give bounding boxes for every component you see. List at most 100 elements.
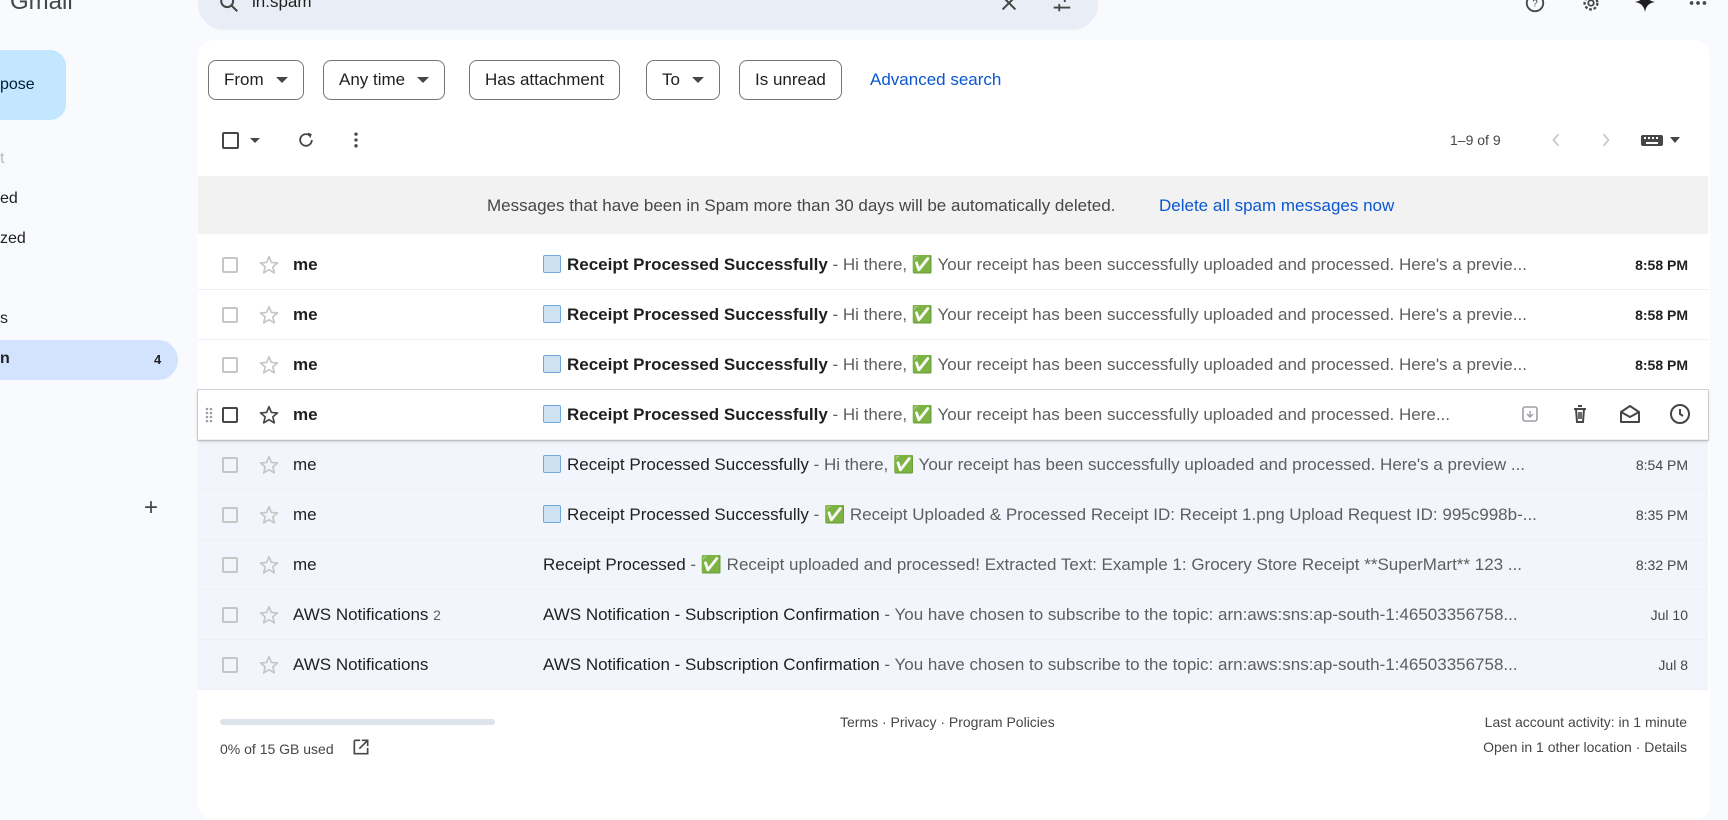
email-row[interactable]: AWS Notifications AWS Notification - Subs… <box>198 640 1708 690</box>
sidebar-item-label[interactable]: zed <box>0 230 26 248</box>
apps-grid-icon[interactable] <box>1686 0 1710 14</box>
footer-links[interactable]: Terms · Privacy · Program Policies <box>840 714 1055 730</box>
email-row[interactable]: me Receipt Processed Successfully - Hi th… <box>198 440 1708 490</box>
email-snippet: - Hi there, ✅ Your receipt has been succ… <box>827 305 1527 324</box>
account-activity: Last account activity: in 1 minute <box>1484 714 1687 730</box>
delete-icon[interactable] <box>1568 402 1592 426</box>
email-content[interactable]: Receipt Processed Successfully - Hi ther… <box>543 305 1568 325</box>
drag-handle-icon[interactable] <box>205 407 213 423</box>
advanced-search-link[interactable]: Advanced search <box>870 70 1001 90</box>
email-date: Jul 8 <box>1658 657 1688 673</box>
star-icon[interactable] <box>258 354 280 376</box>
app-name[interactable]: Gmail <box>10 0 73 16</box>
email-content[interactable]: Receipt Processed Successfully - Hi ther… <box>543 355 1568 375</box>
more-vert-icon[interactable] <box>350 130 362 150</box>
refresh-icon[interactable] <box>296 130 316 150</box>
filter-has-attachment-chip[interactable]: Has attachment <box>469 60 621 100</box>
email-date: 8:32 PM <box>1635 557 1688 573</box>
help-icon[interactable]: ? <box>1522 0 1548 14</box>
row-checkbox[interactable] <box>222 457 238 473</box>
snooze-clock-icon[interactable] <box>1668 402 1692 426</box>
not-spam-icon[interactable] <box>1518 402 1542 426</box>
mark-as-read-icon[interactable] <box>1618 402 1642 426</box>
email-row[interactable]: me Receipt Processed Successfully - Hi th… <box>198 240 1708 290</box>
search-input[interactable]: in:spam <box>252 0 312 12</box>
star-icon[interactable] <box>258 654 280 676</box>
email-row[interactable]: me Receipt Processed Successfully - Hi th… <box>198 390 1708 440</box>
email-sender: AWS Notifications <box>293 655 429 674</box>
row-checkbox[interactable] <box>222 407 238 423</box>
email-sender: me <box>293 355 318 374</box>
row-checkbox[interactable] <box>222 357 238 373</box>
chevron-down-icon <box>691 77 704 83</box>
chevron-down-icon <box>275 77 288 83</box>
receipt-icon <box>543 505 561 523</box>
gear-icon[interactable] <box>1578 0 1604 14</box>
email-sender: me <box>293 305 318 324</box>
add-label-button[interactable]: + <box>144 494 158 522</box>
filter-any-time-chip[interactable]: Any time <box>323 60 446 100</box>
email-content[interactable]: AWS Notification - Subscription Confirma… <box>543 605 1568 625</box>
search-icon[interactable] <box>218 0 240 14</box>
star-icon[interactable] <box>258 504 280 526</box>
row-checkbox[interactable] <box>222 257 238 273</box>
star-icon[interactable] <box>258 254 280 276</box>
sidebar-item-spam-active[interactable] <box>0 340 178 380</box>
star-icon[interactable] <box>258 404 280 426</box>
filter-from-chip[interactable]: From <box>208 60 304 100</box>
close-icon[interactable] <box>998 0 1020 14</box>
chevron-right-icon[interactable] <box>1598 130 1614 150</box>
star-icon[interactable] <box>258 454 280 476</box>
account-activity-details-link[interactable]: Open in 1 other location · Details <box>1483 739 1687 755</box>
email-row[interactable]: AWS Notifications 2 AWS Notification - Su… <box>198 590 1708 640</box>
email-date: 8:58 PM <box>1635 357 1688 373</box>
sidebar-item-label[interactable]: ed <box>0 190 18 208</box>
filter-is-unread-chip[interactable]: Is unread <box>739 60 842 100</box>
email-content[interactable]: Receipt Processed Successfully - Hi ther… <box>543 455 1568 475</box>
star-icon[interactable] <box>258 604 280 626</box>
email-content[interactable]: Receipt Processed Successfully - Hi ther… <box>543 405 1488 425</box>
email-row[interactable]: me Receipt Processed Successfully - ✅ Rec… <box>198 490 1708 540</box>
row-checkbox[interactable] <box>222 307 238 323</box>
delete-all-spam-link[interactable]: Delete all spam messages now <box>1159 196 1394 216</box>
search-options-icon[interactable] <box>1050 0 1074 14</box>
email-row[interactable]: me Receipt Processed - ✅ Receipt uploaded… <box>198 540 1708 590</box>
email-content[interactable]: Receipt Processed Successfully - ✅ Recei… <box>543 505 1568 525</box>
email-subject: Receipt Processed Successfully <box>567 455 809 474</box>
filter-is-unread-label: Is unread <box>755 70 826 89</box>
receipt-icon <box>543 305 561 323</box>
search-bar[interactable] <box>198 0 1098 30</box>
email-content[interactable]: Receipt Processed Successfully - Hi ther… <box>543 255 1568 275</box>
sidebar-item-spam-label[interactable]: n <box>0 350 10 368</box>
email-row[interactable]: me Receipt Processed Successfully - Hi th… <box>198 340 1708 390</box>
row-checkbox[interactable] <box>222 607 238 623</box>
chevron-down-icon <box>417 77 430 83</box>
open-in-new-icon[interactable] <box>350 737 372 757</box>
email-subject: Receipt Processed Successfully <box>567 255 828 274</box>
spam-count-badge: 4 <box>154 352 162 367</box>
email-content[interactable]: AWS Notification - Subscription Confirma… <box>543 655 1568 675</box>
sidebar-item-label[interactable]: t <box>0 150 4 168</box>
input-tools-keyboard-icon[interactable] <box>1640 132 1682 148</box>
thread-count: 2 <box>433 607 441 623</box>
email-subject: AWS Notification - Subscription Confirma… <box>543 605 880 624</box>
row-checkbox[interactable] <box>222 557 238 573</box>
filter-to-chip[interactable]: To <box>646 60 720 100</box>
sidebar-item-label[interactable]: s <box>0 310 8 328</box>
svg-text:?: ? <box>1532 0 1538 10</box>
email-sender: me <box>293 555 317 574</box>
email-row[interactable]: me Receipt Processed Successfully - Hi th… <box>198 290 1708 340</box>
row-checkbox[interactable] <box>222 657 238 673</box>
select-all-checkbox[interactable] <box>222 132 239 149</box>
row-hover-actions <box>1518 402 1692 426</box>
gemini-icon[interactable] <box>1632 0 1658 14</box>
star-icon[interactable] <box>258 554 280 576</box>
row-checkbox[interactable] <box>222 507 238 523</box>
chevron-left-icon[interactable] <box>1548 130 1564 150</box>
email-sender: AWS Notifications 2 <box>293 605 441 624</box>
email-snippet: - Hi there, ✅ Your receipt has been succ… <box>827 255 1527 274</box>
select-options-chevron-icon[interactable] <box>250 138 260 143</box>
star-icon[interactable] <box>258 304 280 326</box>
email-content[interactable]: Receipt Processed - ✅ Receipt uploaded a… <box>543 555 1568 575</box>
email-date: 8:54 PM <box>1635 457 1688 473</box>
